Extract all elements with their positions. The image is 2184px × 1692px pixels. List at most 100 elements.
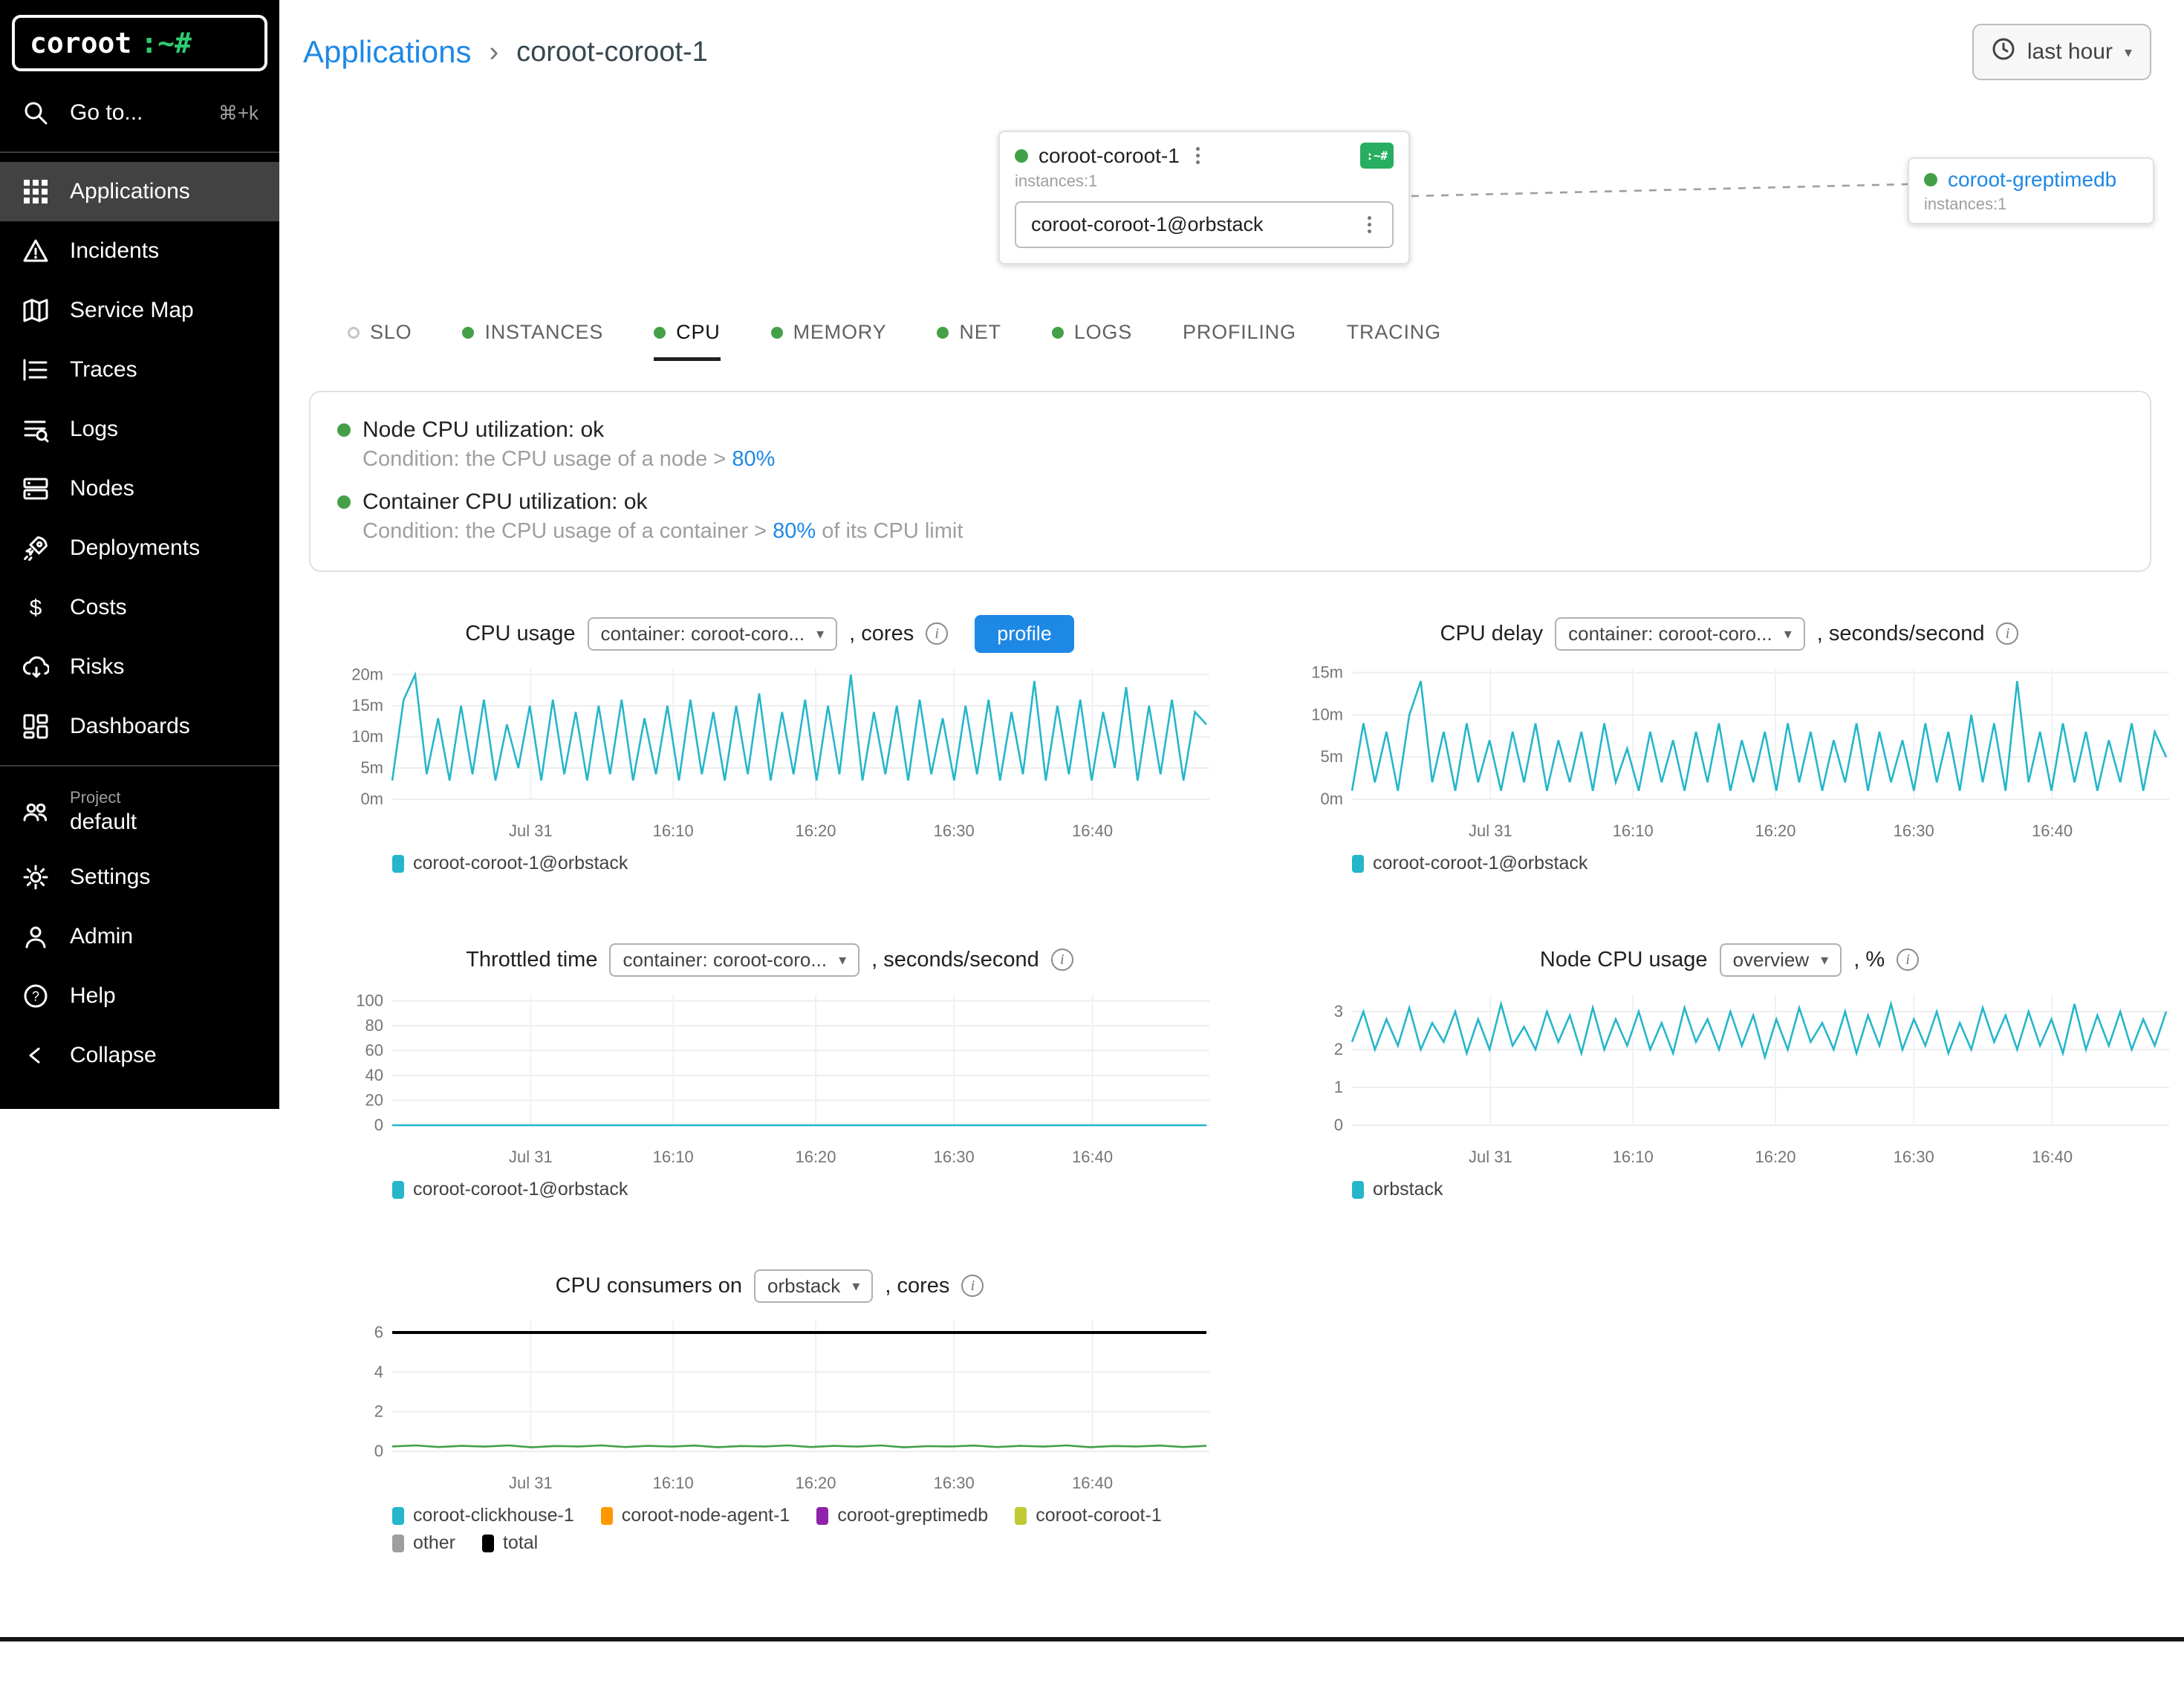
info-icon[interactable]: i [1996,622,2018,645]
kebab-menu-icon[interactable] [1190,144,1206,167]
sidebar-item-traces[interactable]: Traces [0,340,279,400]
legend-item[interactable]: coroot-coroot-1@orbstack [392,853,628,874]
svg-text:16:30: 16:30 [934,1148,975,1166]
chart-cpu-delay: CPU delay container: coroot-coro...▾ , s… [1284,614,2175,874]
legend-item[interactable]: other [392,1532,455,1554]
tab-memory[interactable]: MEMORY [771,321,887,361]
status-title-text: Container CPU utilization: ok [363,489,648,515]
sidebar-item-service-map[interactable]: Service Map [0,281,279,340]
chevron-down-icon: ▾ [839,951,846,969]
sidebar-item-admin[interactable]: Admin [0,907,279,966]
svg-text:0: 0 [1334,1116,1343,1134]
peer-service-link[interactable]: coroot-greptimedb [1948,168,2116,192]
server-stack-icon [21,474,51,504]
profile-button[interactable]: profile [975,615,1074,653]
cpu-consumers-plot[interactable]: 0246Jul 3116:1016:2016:3016:40 [324,1312,1215,1502]
tab-cpu[interactable]: CPU [654,321,720,361]
breadcrumb-applications-link[interactable]: Applications [303,34,471,70]
legend-item[interactable]: coroot-coroot-1 [1015,1505,1162,1526]
svg-text:16:20: 16:20 [1755,821,1795,840]
legend-item[interactable]: coroot-coroot-1@orbstack [392,1179,628,1200]
service-card-main[interactable]: coroot-coroot-1 :~# instances:1 coroot-c… [998,131,1410,264]
tab-net[interactable]: NET [937,321,1001,361]
sidebar-item-help[interactable]: ? Help [0,966,279,1026]
info-icon[interactable]: i [1051,949,1073,971]
condition-threshold-link[interactable]: 80% [732,447,775,471]
svg-text:16:40: 16:40 [2032,821,2073,840]
container-select[interactable]: container: coroot-coro...▾ [588,617,838,651]
tab-profiling[interactable]: PROFILING [1183,321,1296,361]
svg-text:16:30: 16:30 [1894,1148,1934,1166]
sidebar-item-costs[interactable]: $ Costs [0,578,279,637]
instances-count: instances:1 [1924,195,2138,214]
condition-threshold-link[interactable]: 80% [773,519,816,543]
legend-item[interactable]: total [482,1532,538,1554]
svg-text:0m: 0m [360,790,383,808]
legend-swatch [392,855,404,873]
legend-item[interactable]: coroot-greptimedb [816,1505,988,1526]
dollar-icon: $ [21,593,51,622]
goto-search[interactable]: Go to... ⌘+k [0,80,279,143]
dashboard-tiles-icon [21,712,51,741]
tab-status-dot [1052,327,1064,339]
svg-text:16:40: 16:40 [1072,1474,1113,1492]
warning-triangle-icon [21,236,51,266]
sidebar-item-logs[interactable]: Logs [0,400,279,459]
sidebar-item-applications[interactable]: Applications [0,162,279,221]
time-range-selector[interactable]: last hour ▾ [1972,24,2151,80]
chevron-down-icon: ▾ [1821,951,1828,969]
breadcrumb-chevron-icon: › [489,36,498,68]
charts-grid: CPU usage container: coroot-coro...▾ , c… [324,614,2184,1619]
chart-title: Throttled time [466,948,597,972]
kebab-menu-icon[interactable] [1362,213,1377,236]
legend-item[interactable]: coroot-node-agent-1 [601,1505,790,1526]
instance-row[interactable]: coroot-coroot-1@orbstack [1015,201,1394,248]
info-icon[interactable]: i [1897,949,1919,971]
cpu-delay-plot[interactable]: 0m5m10m15mJul 3116:1016:2016:3016:40 [1284,660,2175,850]
sidebar-item-settings[interactable]: Settings [0,847,279,907]
goto-shortcut: ⌘+k [218,102,259,125]
legend-item[interactable]: coroot-coroot-1@orbstack [1352,853,1587,874]
legend-swatch [392,1181,404,1199]
project-label: Project [70,787,137,808]
tab-instances[interactable]: INSTANCES [462,321,603,361]
info-icon[interactable]: i [926,622,948,645]
chevron-left-icon [21,1041,51,1070]
logo-suffix: :~# [140,27,192,59]
chart-unit: , seconds/second [1817,622,1985,646]
svg-text:4: 4 [374,1362,383,1381]
svg-text:16:20: 16:20 [795,1148,836,1166]
sidebar-item-incidents[interactable]: Incidents [0,221,279,281]
legend-item[interactable]: orbstack [1352,1179,1443,1200]
tab-status-dot [937,327,949,339]
info-icon[interactable]: i [961,1275,984,1297]
coroot-badge: :~# [1360,143,1394,169]
status-dot-green [1015,149,1028,163]
throttled-time-plot[interactable]: 020406080100Jul 3116:1016:2016:3016:40 [324,986,1215,1176]
tab-slo[interactable]: SLO [348,321,412,361]
coroot-logo[interactable]: coroot :~# [12,15,267,71]
svg-text:5m: 5m [360,758,383,777]
chart-node-cpu-usage: Node CPU usage overview▾ , % i 0123Jul 3… [1284,940,2175,1200]
sidebar-item-risks[interactable]: Risks [0,637,279,697]
node-cpu-usage-plot[interactable]: 0123Jul 3116:1016:2016:3016:40 [1284,986,2175,1176]
container-select[interactable]: container: coroot-coro...▾ [609,943,859,977]
container-select[interactable]: container: coroot-coro...▾ [1555,617,1805,651]
people-icon [21,797,51,827]
sidebar-item-deployments[interactable]: Deployments [0,518,279,578]
sidebar-item-collapse[interactable]: Collapse [0,1026,279,1085]
sidebar-item-dashboards[interactable]: Dashboards [0,697,279,756]
overview-select[interactable]: overview▾ [1720,943,1842,977]
node-select[interactable]: orbstack▾ [754,1269,873,1303]
page: coroot :~# Go to... ⌘+k Applications Inc… [0,0,2184,1692]
service-card-peer[interactable]: coroot-greptimedb instances:1 [1908,157,2154,224]
sidebar-item-label: Dashboards [70,714,190,739]
legend-item[interactable]: coroot-clickhouse-1 [392,1505,574,1526]
tab-label: INSTANCES [484,321,603,344]
tab-tracing[interactable]: TRACING [1347,321,1441,361]
cpu-usage-plot[interactable]: 0m5m10m15m20mJul 3116:1016:2016:3016:40 [324,660,1215,850]
project-selector[interactable]: Project default [0,775,279,847]
tab-logs[interactable]: LOGS [1052,321,1132,361]
service-map-preview: coroot-coroot-1 :~# instances:1 coroot-c… [279,92,2184,315]
sidebar-item-nodes[interactable]: Nodes [0,459,279,518]
